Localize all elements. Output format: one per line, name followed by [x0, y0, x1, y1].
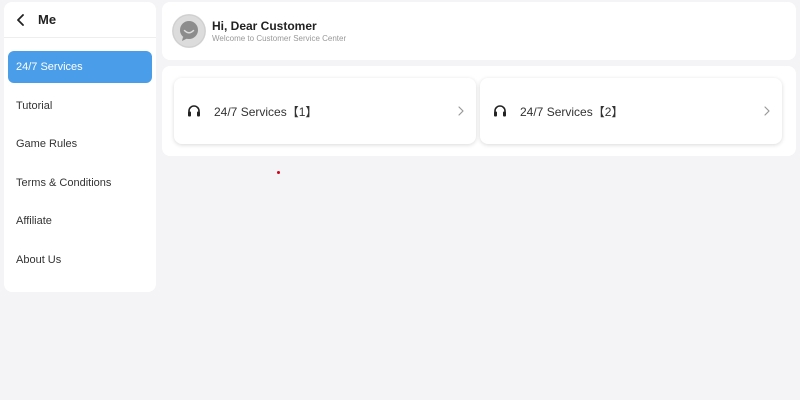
sidebar-item-label: 24/7 Services — [16, 61, 83, 73]
sidebar-item-label: Affiliate — [16, 215, 52, 227]
sidebar: Me 24/7 Services Tutorial Game Rules Ter… — [4, 2, 156, 292]
service-label: 24/7 Services【1】 — [214, 104, 318, 119]
greeting-title: Hi, Dear Customer — [212, 18, 317, 33]
red-dot-marker — [277, 171, 280, 174]
sidebar-item-services[interactable]: 24/7 Services — [8, 51, 152, 83]
sidebar-item-about-us[interactable]: About Us — [8, 244, 152, 276]
greeting-card: Hi, Dear Customer Welcome to Customer Se… — [162, 2, 796, 60]
chevron-right-icon — [762, 104, 772, 118]
sidebar-menu: 24/7 Services Tutorial Game Rules Terms … — [4, 38, 156, 276]
chevron-left-icon[interactable] — [14, 13, 28, 27]
sidebar-item-label: About Us — [16, 253, 62, 266]
sidebar-item-terms[interactable]: Terms & Conditions — [8, 167, 152, 199]
sidebar-item-affiliate[interactable]: Affiliate — [8, 205, 152, 237]
sidebar-header: Me — [4, 2, 156, 38]
sidebar-item-label: Tutorial — [16, 99, 53, 112]
sidebar-item-game-rules[interactable]: Game Rules — [8, 128, 152, 160]
greeting-text: Hi, Dear Customer Welcome to Customer Se… — [212, 19, 346, 44]
user-avatar-icon — [172, 14, 206, 48]
greeting-subtitle: Welcome to Customer Service Center — [212, 33, 347, 43]
services-panel: 24/7 Services【1】 24/7 Services【2】 — [162, 66, 796, 156]
service-tile-1[interactable]: 24/7 Services【1】 — [174, 78, 476, 144]
headset-icon — [186, 103, 202, 119]
sidebar-title: Me — [38, 12, 57, 27]
chevron-right-icon — [456, 104, 466, 118]
sidebar-item-label: Game Rules — [16, 138, 78, 150]
service-tile-2[interactable]: 24/7 Services【2】 — [480, 78, 782, 144]
service-label: 24/7 Services【2】 — [520, 104, 624, 119]
sidebar-item-tutorial[interactable]: Tutorial — [8, 90, 152, 122]
headset-icon — [492, 103, 508, 119]
sidebar-item-label: Terms & Conditions — [16, 176, 112, 189]
